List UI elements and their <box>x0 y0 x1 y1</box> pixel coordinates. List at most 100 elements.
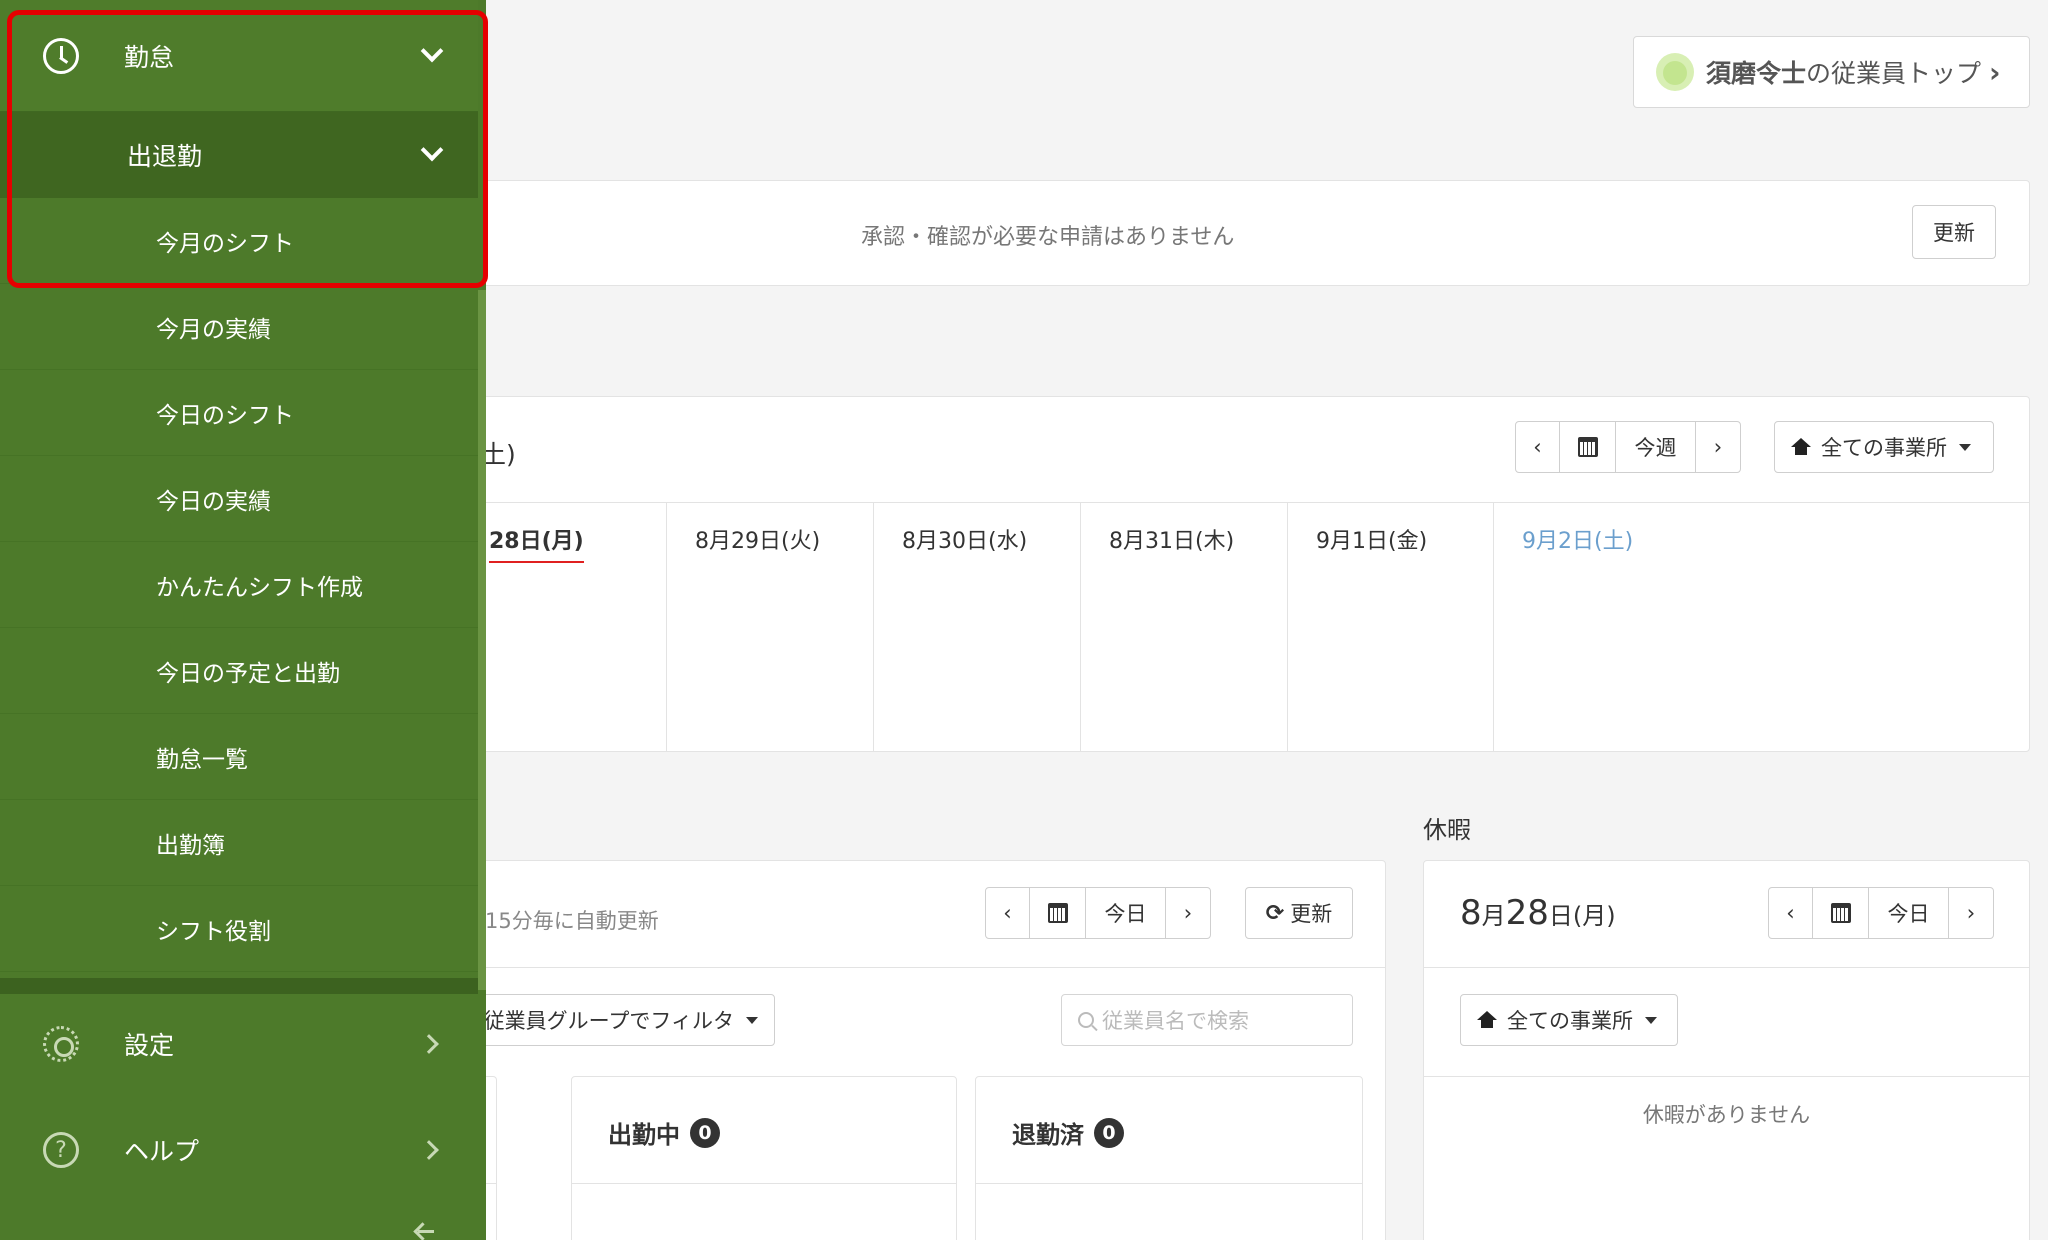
sidebar-item-label: 今日のシフト <box>156 402 294 429</box>
day-navigation: ‹ 今日 › <box>985 887 1211 939</box>
vacation-office-dropdown[interactable]: 全ての事業所 <box>1460 994 1678 1046</box>
week-days: 28日(月) 8月29日(火) 8月30日(水) 8月31日(木) 9月1日(金… <box>461 502 2029 752</box>
today-button[interactable]: 今日 <box>1086 888 1166 938</box>
working-card-title: 出勤中 <box>608 1121 680 1149</box>
sidebar-section-attendance[interactable]: 勤怠 <box>0 0 478 112</box>
divider <box>461 967 1385 968</box>
working-count-badge: 0 <box>690 1117 720 1148</box>
divider <box>1424 1076 2029 1077</box>
sidebar-item-attendance-book[interactable]: 出勤簿 <box>0 800 478 886</box>
sidebar-subsection-label: 出退勤 <box>127 142 203 171</box>
weekly-shift-panel: 土) ‹ 今週 › 全ての事業所 28日(月) 8月29日(火) 8月30日(水… <box>460 396 2030 752</box>
sidebar-item-label: シフト役割 <box>156 918 271 945</box>
day-column-thu[interactable]: 8月31日(木) <box>1081 503 1288 752</box>
attendance-panel: 15分毎に自動更新 ‹ 今日 › ⟳ 更新 従業員グループでフィルタ 従業員名で… <box>421 860 1386 1240</box>
sidebar-item-today-shift[interactable]: 今日のシフト <box>0 370 478 456</box>
day-column-wed[interactable]: 8月30日(水) <box>874 503 1081 752</box>
caret-down-icon <box>1645 1016 1657 1024</box>
sidebar-item-label: 勤怠一覧 <box>156 746 248 773</box>
vacation-office-label: 全ての事業所 <box>1507 1009 1633 1033</box>
prev-day-button[interactable]: ‹ <box>986 888 1030 938</box>
week-navigation: ‹ 今週 › <box>1515 421 1741 473</box>
sidebar-item-label: 今日の実績 <box>156 488 271 515</box>
approval-message: 承認・確認が必要な申請はありません <box>861 225 1235 250</box>
week-office-label: 全ての事業所 <box>1821 436 1947 460</box>
day-calendar-button[interactable] <box>1030 888 1086 938</box>
next-week-button[interactable]: › <box>1696 422 1740 472</box>
sidebar-item-label: 出勤簿 <box>156 832 225 859</box>
employee-top-link[interactable]: 須磨令士 の従業員トップ › <box>1633 36 2030 108</box>
vacation-prev-day-button[interactable]: ‹ <box>1769 888 1813 938</box>
week-calendar-button[interactable] <box>1560 422 1616 472</box>
gear-icon <box>43 1026 79 1062</box>
sidebar-item-label: ヘルプ <box>124 1137 200 1166</box>
sidebar-item-label: 今日の予定と出勤 <box>156 660 340 687</box>
employee-group-filter-label: 従業員グループでフィルタ <box>483 1009 734 1033</box>
week-office-dropdown[interactable]: 全ての事業所 <box>1774 421 1994 473</box>
clocked-out-card-header: 退勤済 0 <box>1012 1115 1124 1150</box>
sidebar-item-label: 今月のシフト <box>156 230 294 257</box>
sidebar-section-label: 勤怠 <box>124 42 175 72</box>
chevron-right-icon: › <box>1989 55 2001 89</box>
vacation-section-title: 休暇 <box>1423 816 1471 844</box>
auto-refresh-note: 15分毎に自動更新 <box>485 909 659 933</box>
attendance-refresh-button[interactable]: ⟳ 更新 <box>1245 887 1353 939</box>
day-column-fri[interactable]: 9月1日(金) <box>1288 503 1494 752</box>
divider <box>1424 967 2029 968</box>
sidebar-item-monthly-shift[interactable]: 今月のシフト <box>0 198 478 284</box>
clocked-out-card: 退勤済 0 <box>975 1076 1363 1240</box>
sidebar-item-label: 今月の実績 <box>156 316 271 343</box>
refresh-icon: ⟳ <box>1265 900 1285 926</box>
sidebar-item-monthly-results[interactable]: 今月の実績 <box>0 284 478 370</box>
sidebar-item-today-schedule[interactable]: 今日の予定と出勤 <box>0 628 478 714</box>
help-icon: ? <box>43 1132 79 1168</box>
sidebar-item-today-results[interactable]: 今日の実績 <box>0 456 478 542</box>
sidebar-item-label: 設定 <box>124 1031 175 1060</box>
prev-week-button[interactable]: ‹ <box>1516 422 1560 472</box>
sidebar-item-settings[interactable]: 設定 <box>0 994 478 1094</box>
search-placeholder: 従業員名で検索 <box>1102 1009 1249 1033</box>
sidebar-subsection-clock-in-out[interactable]: 出退勤 <box>0 112 478 198</box>
search-icon <box>1078 1012 1094 1028</box>
employee-search-input[interactable]: 従業員名で検索 <box>1061 994 1353 1046</box>
vacation-calendar-button[interactable] <box>1813 888 1869 938</box>
vacation-today-button[interactable]: 今日 <box>1869 888 1949 938</box>
divider <box>976 1183 1362 1184</box>
employee-group-filter[interactable]: 従業員グループでフィルタ <box>461 994 775 1046</box>
sidebar-item-help[interactable]: ? ヘルプ <box>0 1100 478 1200</box>
divider <box>572 1183 956 1184</box>
vacation-day-navigation: ‹ 今日 › <box>1768 887 1994 939</box>
calendar-icon <box>1047 903 1068 923</box>
chevron-right-icon <box>419 1034 439 1054</box>
sidebar-item-shift-roles[interactable]: シフト役割 <box>0 886 478 972</box>
clocked-out-card-title: 退勤済 <box>1012 1121 1084 1149</box>
sidebar-divider <box>0 978 478 994</box>
vacation-next-day-button[interactable]: › <box>1949 888 1993 938</box>
vacation-panel: 8月28日(月) ‹ 今日 › 全ての事業所 休暇がありません <box>1423 860 2030 1240</box>
this-week-button[interactable]: 今週 <box>1616 422 1696 472</box>
chevron-right-icon <box>419 1140 439 1160</box>
vacation-date: 8月28日(月) <box>1460 893 1616 933</box>
approval-refresh-button[interactable]: 更新 <box>1912 205 1996 259</box>
chevron-down-icon <box>420 138 444 162</box>
day-label: 28日(月) <box>489 523 584 563</box>
collapse-sidebar-icon[interactable] <box>414 1222 436 1240</box>
sidebar-item-easy-shift[interactable]: かんたんシフト作成 <box>0 542 478 628</box>
calendar-icon <box>1577 437 1598 457</box>
calendar-icon <box>1830 903 1851 923</box>
sidebar-item-attendance-list[interactable]: 勤怠一覧 <box>0 714 478 800</box>
attendance-refresh-label: 更新 <box>1290 902 1333 926</box>
day-column-sat[interactable]: 9月2日(土) <box>1494 503 2029 752</box>
chevron-down-icon <box>420 39 444 62</box>
working-card: 出勤中 0 <box>571 1076 957 1240</box>
day-label: 8月31日(木) <box>1109 529 1235 554</box>
day-column-tue[interactable]: 8月29日(火) <box>667 503 874 752</box>
clocked-out-count-badge: 0 <box>1094 1117 1124 1148</box>
day-column-mon[interactable]: 28日(月) <box>461 503 667 752</box>
next-day-button[interactable]: › <box>1166 888 1210 938</box>
caret-down-icon <box>1959 443 1971 451</box>
vacation-empty-message: 休暇がありません <box>1642 1103 1811 1127</box>
sidebar-scrollbar[interactable] <box>478 290 486 990</box>
week-range-title: 土) <box>481 440 516 469</box>
clock-icon <box>43 37 79 74</box>
